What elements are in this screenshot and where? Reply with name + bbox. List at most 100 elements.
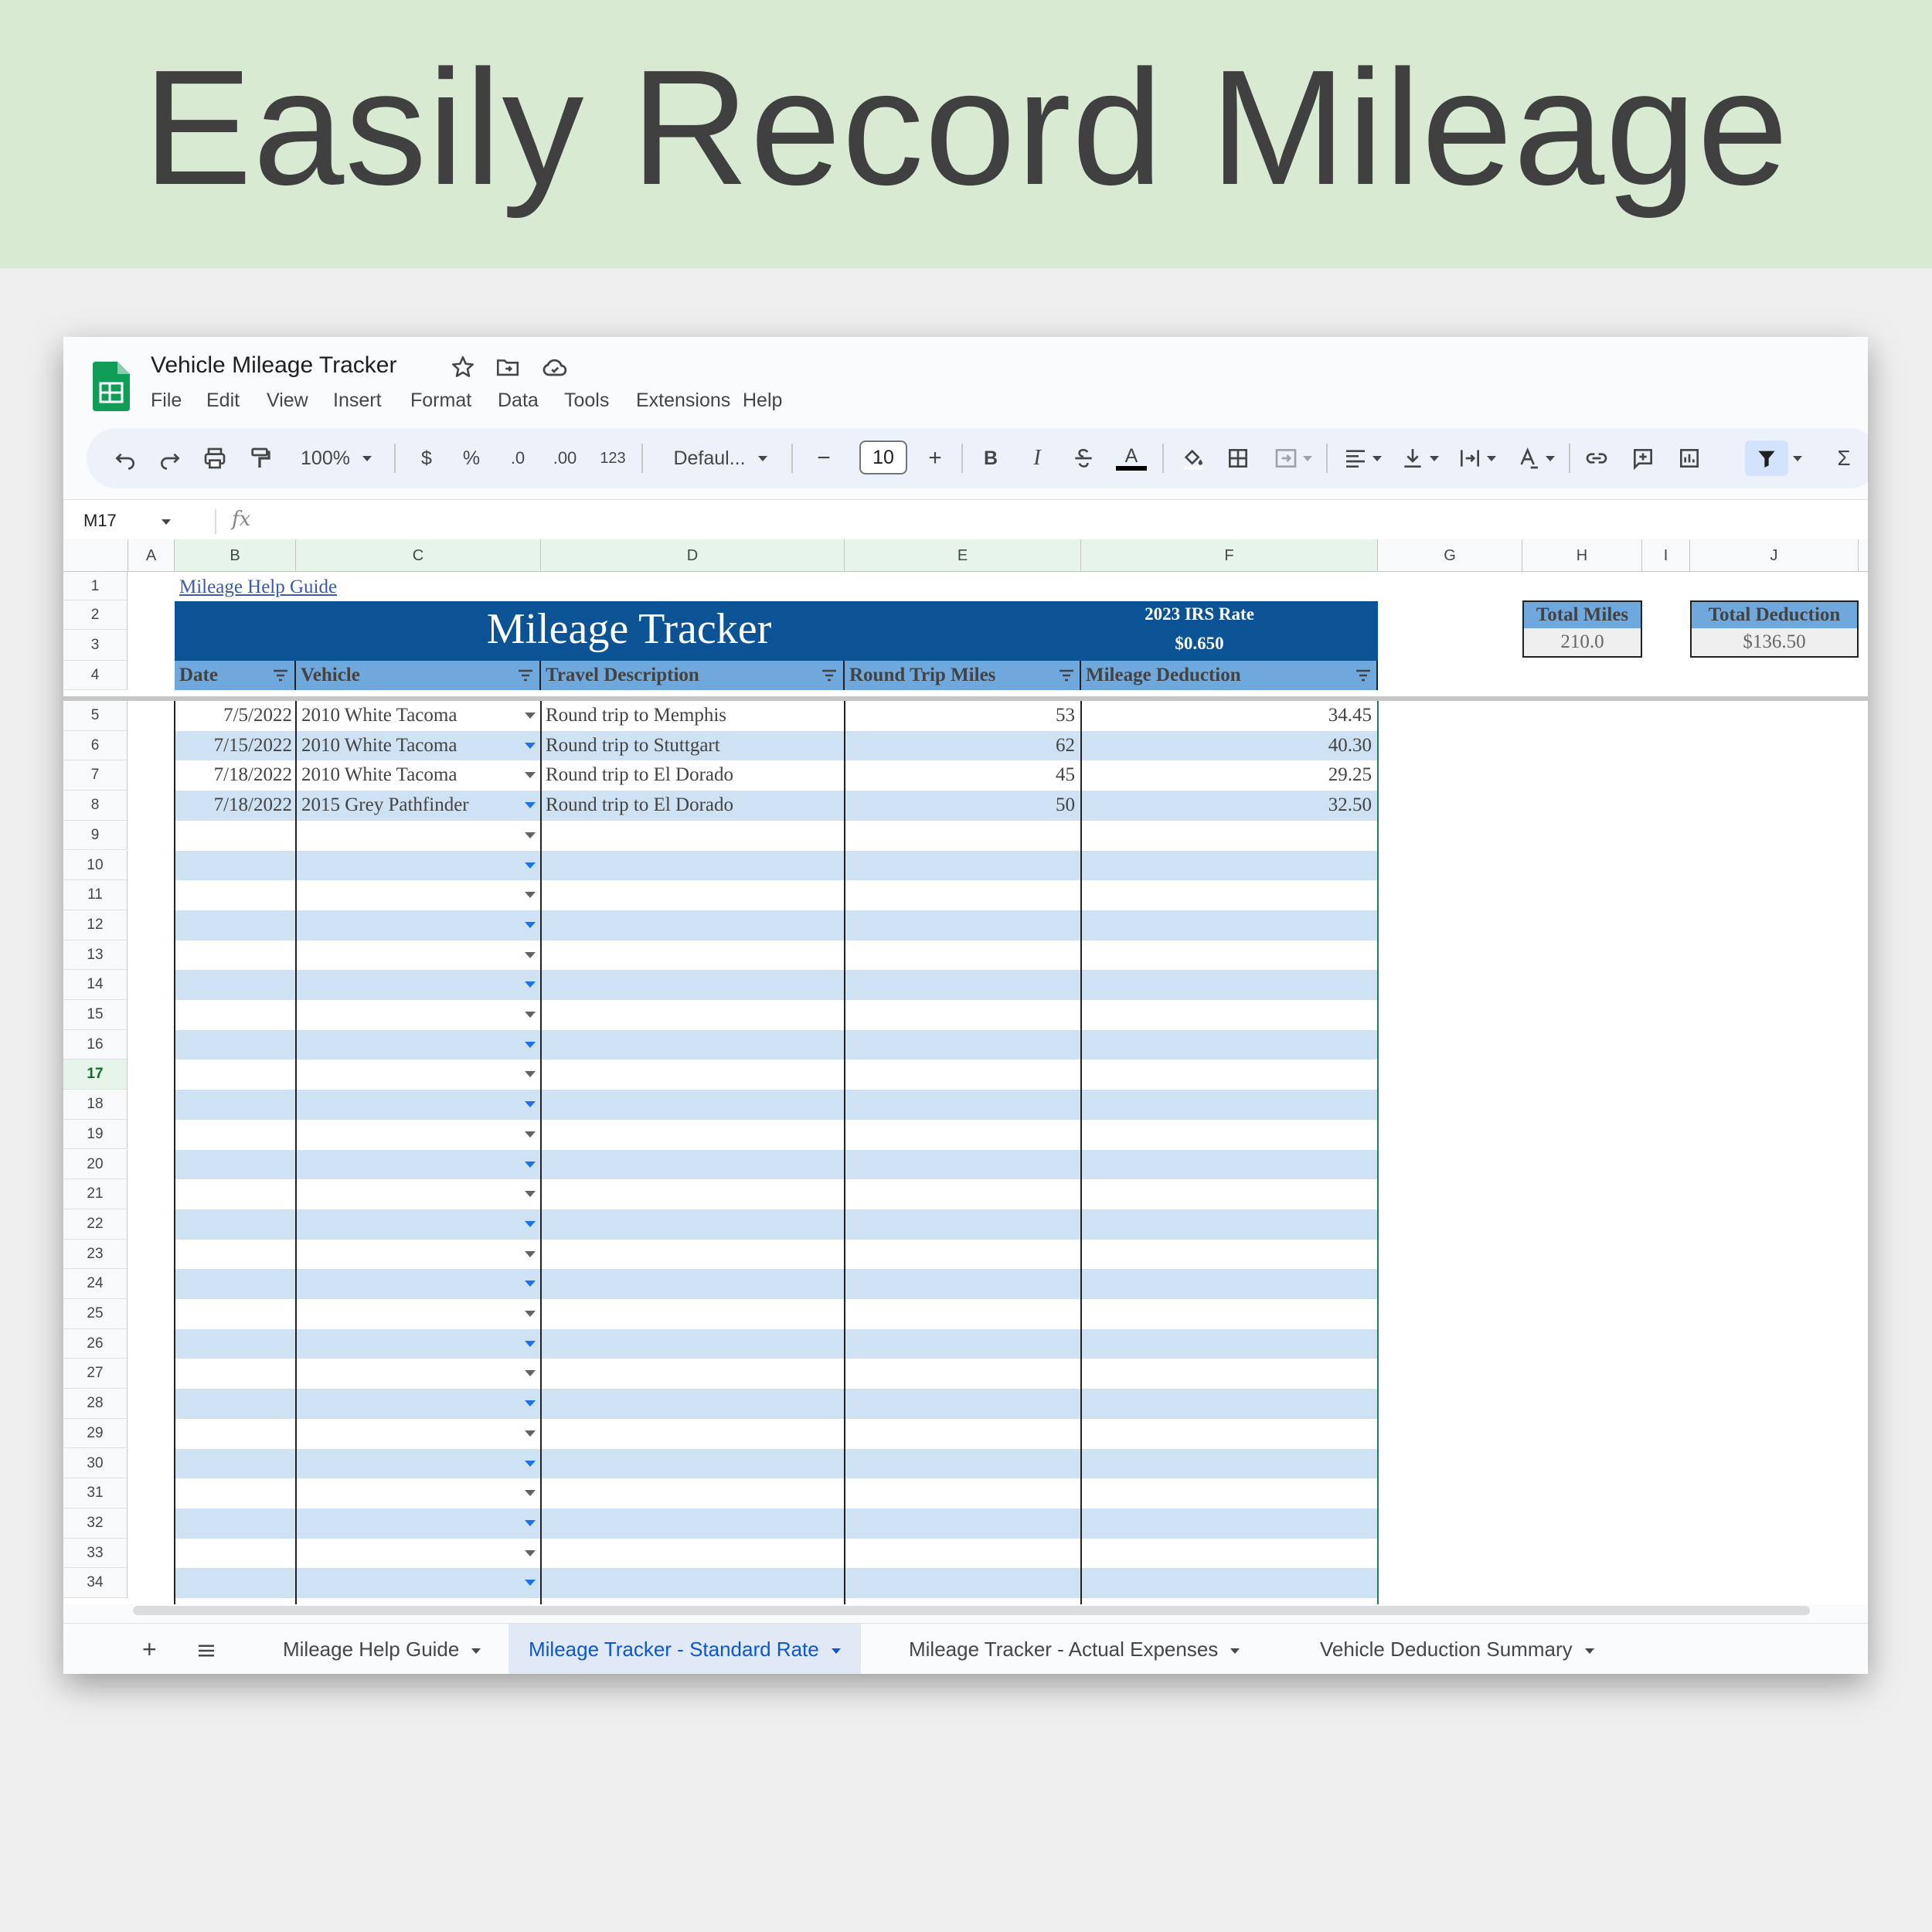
total-miles-value[interactable]: 210.0 [1522,628,1642,658]
name-box[interactable]: M17 [83,511,171,531]
menu-view[interactable]: View [267,389,308,412]
filter-sort-icon[interactable] [821,668,838,683]
vehicle-dropdown-arrow-icon[interactable] [525,1191,536,1198]
column-header-j[interactable]: J [1690,539,1859,572]
vehicle-dropdown-arrow-icon[interactable] [525,1370,536,1377]
mileage-help-guide-link[interactable]: Mileage Help Guide [179,577,337,598]
row-header[interactable]: 17 [63,1060,128,1090]
row-header[interactable]: 9 [63,820,128,851]
undo-icon[interactable] [110,440,141,476]
menu-file[interactable]: File [151,389,182,412]
select-all-corner[interactable] [63,539,128,572]
tab-vehicle-deduction-summary[interactable]: Vehicle Deduction Summary [1309,1624,1605,1674]
cell-round-trip-miles[interactable]: 62 [845,731,1075,761]
cell-round-trip-miles[interactable]: 45 [845,760,1075,791]
filter-icon[interactable] [1745,440,1788,476]
row-header[interactable]: 34 [63,1568,128,1598]
font-select[interactable]: Defaul... [658,440,782,476]
vehicle-dropdown-arrow-icon[interactable] [525,1400,536,1407]
vehicle-dropdown-arrow-icon[interactable] [525,1071,536,1078]
row-header[interactable]: 26 [63,1328,128,1359]
row-header[interactable]: 20 [63,1149,128,1180]
vehicle-dropdown-arrow-icon[interactable] [525,1041,536,1048]
vertical-align-icon[interactable] [1396,440,1444,476]
cell-mileage-deduction[interactable]: 34.45 [1081,701,1372,731]
row-header[interactable]: 33 [63,1538,128,1569]
vehicle-dropdown-arrow-icon[interactable] [525,1131,536,1138]
text-rotation-icon[interactable] [1512,440,1560,476]
row-header[interactable]: 31 [63,1478,128,1509]
cell-date[interactable]: 7/5/2022 [175,701,292,731]
cell-round-trip-miles[interactable]: 50 [845,791,1075,821]
row-header[interactable]: 28 [63,1389,128,1419]
vehicle-dropdown-arrow-icon[interactable] [525,1161,536,1168]
total-deduction-value[interactable]: $136.50 [1690,628,1859,658]
vehicle-dropdown-arrow-icon[interactable] [525,921,536,928]
fill-color-icon[interactable] [1176,440,1210,476]
cell-mileage-deduction[interactable]: 40.30 [1081,731,1372,761]
vehicle-dropdown-arrow-icon[interactable] [525,1430,536,1437]
filter-sort-icon[interactable] [517,668,534,683]
row-header[interactable]: 24 [63,1269,128,1299]
column-header-e[interactable]: E [845,539,1081,572]
column-header-a[interactable]: A [128,539,175,572]
vehicle-dropdown-arrow-icon[interactable] [525,1490,536,1497]
row-header[interactable]: 21 [63,1179,128,1209]
row-header[interactable]: 2 [63,600,128,630]
cell-vehicle[interactable]: 2010 White Tacoma [301,760,510,791]
font-size-input[interactable]: 10 [859,440,907,474]
header-travel-description[interactable]: Travel Description [541,661,845,690]
text-wrapping-icon[interactable] [1453,440,1501,476]
vehicle-dropdown-arrow-icon[interactable] [525,981,536,988]
document-title[interactable]: Vehicle Mileage Tracker [151,352,397,379]
more-formats-button[interactable]: 123 [594,440,632,476]
row-header[interactable]: 25 [63,1299,128,1329]
cloud-status-icon[interactable] [541,354,572,385]
strikethrough-icon[interactable] [1068,440,1099,476]
menu-data[interactable]: Data [498,389,539,412]
vehicle-dropdown-arrow-icon[interactable] [525,892,536,899]
horizontal-scrollbar[interactable] [133,1606,1810,1615]
cell-date[interactable]: 7/18/2022 [175,760,292,791]
cell-round-trip-miles[interactable]: 53 [845,701,1075,731]
column-header-g[interactable]: G [1378,539,1522,572]
column-header-i[interactable]: I [1642,539,1690,572]
increase-decimal-button[interactable]: .00 [546,440,584,476]
menu-edit[interactable]: Edit [206,389,240,412]
vehicle-dropdown-arrow-icon[interactable] [525,1250,536,1257]
column-header-h[interactable]: H [1522,539,1642,572]
vehicle-dropdown-arrow-icon[interactable] [525,1101,536,1108]
tab-mileage-tracker-actual-expenses[interactable]: Mileage Tracker - Actual Expenses [898,1624,1250,1674]
column-header-k[interactable]: K [1859,539,1868,572]
percent-format-button[interactable]: % [456,440,487,476]
column-header-d[interactable]: D [541,539,845,572]
column-header-b[interactable]: B [175,539,296,572]
row-header[interactable]: 29 [63,1418,128,1449]
vehicle-dropdown-arrow-icon[interactable] [525,1281,536,1287]
insert-link-icon[interactable] [1581,440,1612,476]
column-header-f[interactable]: F [1081,539,1378,572]
currency-format-button[interactable]: $ [411,440,442,476]
tab-mileage-help-guide[interactable]: Mileage Help Guide [272,1624,492,1674]
row-header[interactable]: 30 [63,1448,128,1479]
row-header[interactable]: 7 [63,760,128,791]
cell-vehicle[interactable]: 2015 Grey Pathfinder [301,791,510,821]
header-vehicle[interactable]: Vehicle [296,661,541,690]
row-header[interactable]: 16 [63,1029,128,1060]
cell-vehicle[interactable]: 2010 White Tacoma [301,701,510,731]
vehicle-dropdown-arrow-icon[interactable] [525,1519,536,1526]
row-header[interactable]: 14 [63,970,128,1000]
column-header-c[interactable]: C [296,539,541,572]
text-color-button[interactable]: A [1114,440,1148,476]
redo-icon[interactable] [155,440,185,476]
add-sheet-icon[interactable]: + [142,1624,157,1674]
vehicle-dropdown-arrow-icon[interactable] [525,862,536,869]
vehicle-dropdown-arrow-icon[interactable] [525,1580,536,1587]
row-header[interactable]: 11 [63,880,128,910]
header-mileage-deduction[interactable]: Mileage Deduction [1081,661,1378,690]
vehicle-dropdown-arrow-icon[interactable] [525,832,536,838]
filter-sort-icon[interactable] [1058,668,1075,683]
row-header[interactable]: 19 [63,1119,128,1150]
vehicle-dropdown-arrow-icon[interactable] [525,1549,536,1556]
row-header[interactable]: 23 [63,1239,128,1270]
